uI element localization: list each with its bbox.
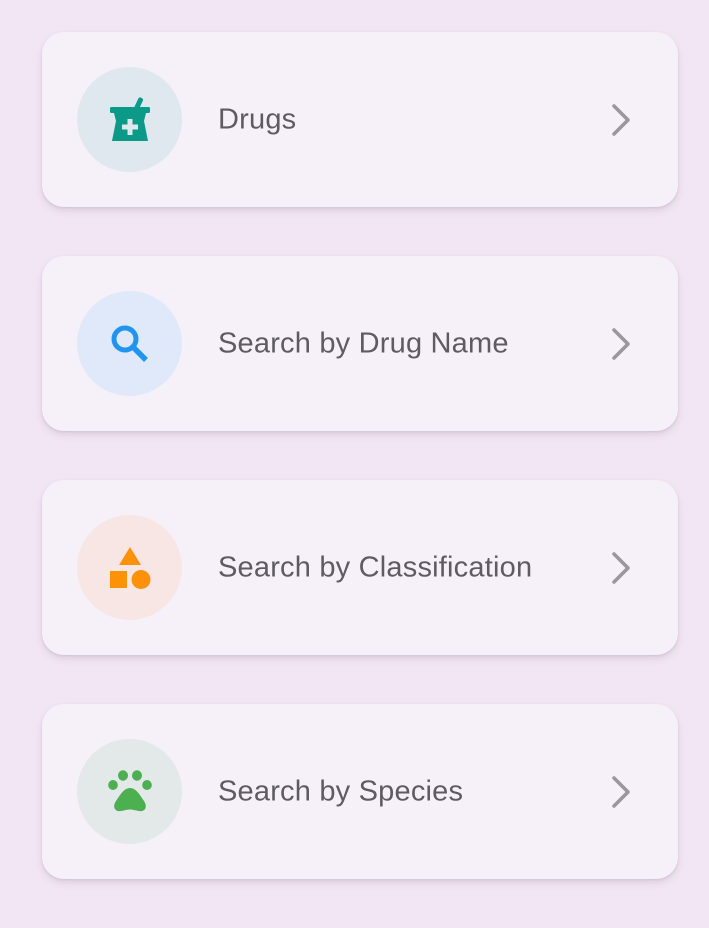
menu-item-label: Search by Classification [218, 551, 533, 583]
search-icon [111, 325, 148, 362]
mortar-pestle-icon [109, 96, 150, 141]
shapes-icon [109, 546, 150, 589]
menu-item-search-by-species[interactable]: Search by Species [42, 704, 678, 879]
drugs-icon-badge [77, 67, 182, 172]
menu-item-label: Search by Drug Name [218, 327, 509, 359]
chevron-right-icon [612, 775, 630, 808]
chevron-right-icon [612, 103, 630, 136]
paw-icon-badge [77, 739, 182, 844]
menu-item-drugs[interactable]: Drugs [42, 32, 678, 207]
shapes-icon-badge [77, 515, 182, 620]
menu-item-search-by-classification[interactable]: Search by Classification [42, 480, 678, 655]
menu-list: Drugs Search by Drug Name Search by Clas… [42, 32, 678, 928]
chevron-right-icon [612, 551, 630, 584]
search-icon-badge [77, 291, 182, 396]
menu-item-label: Search by Species [218, 775, 464, 807]
menu-item-search-by-drug-name[interactable]: Search by Drug Name [42, 256, 678, 431]
chevron-right-icon [612, 327, 630, 360]
paw-icon [107, 769, 152, 811]
menu-item-label: Drugs [218, 103, 297, 135]
